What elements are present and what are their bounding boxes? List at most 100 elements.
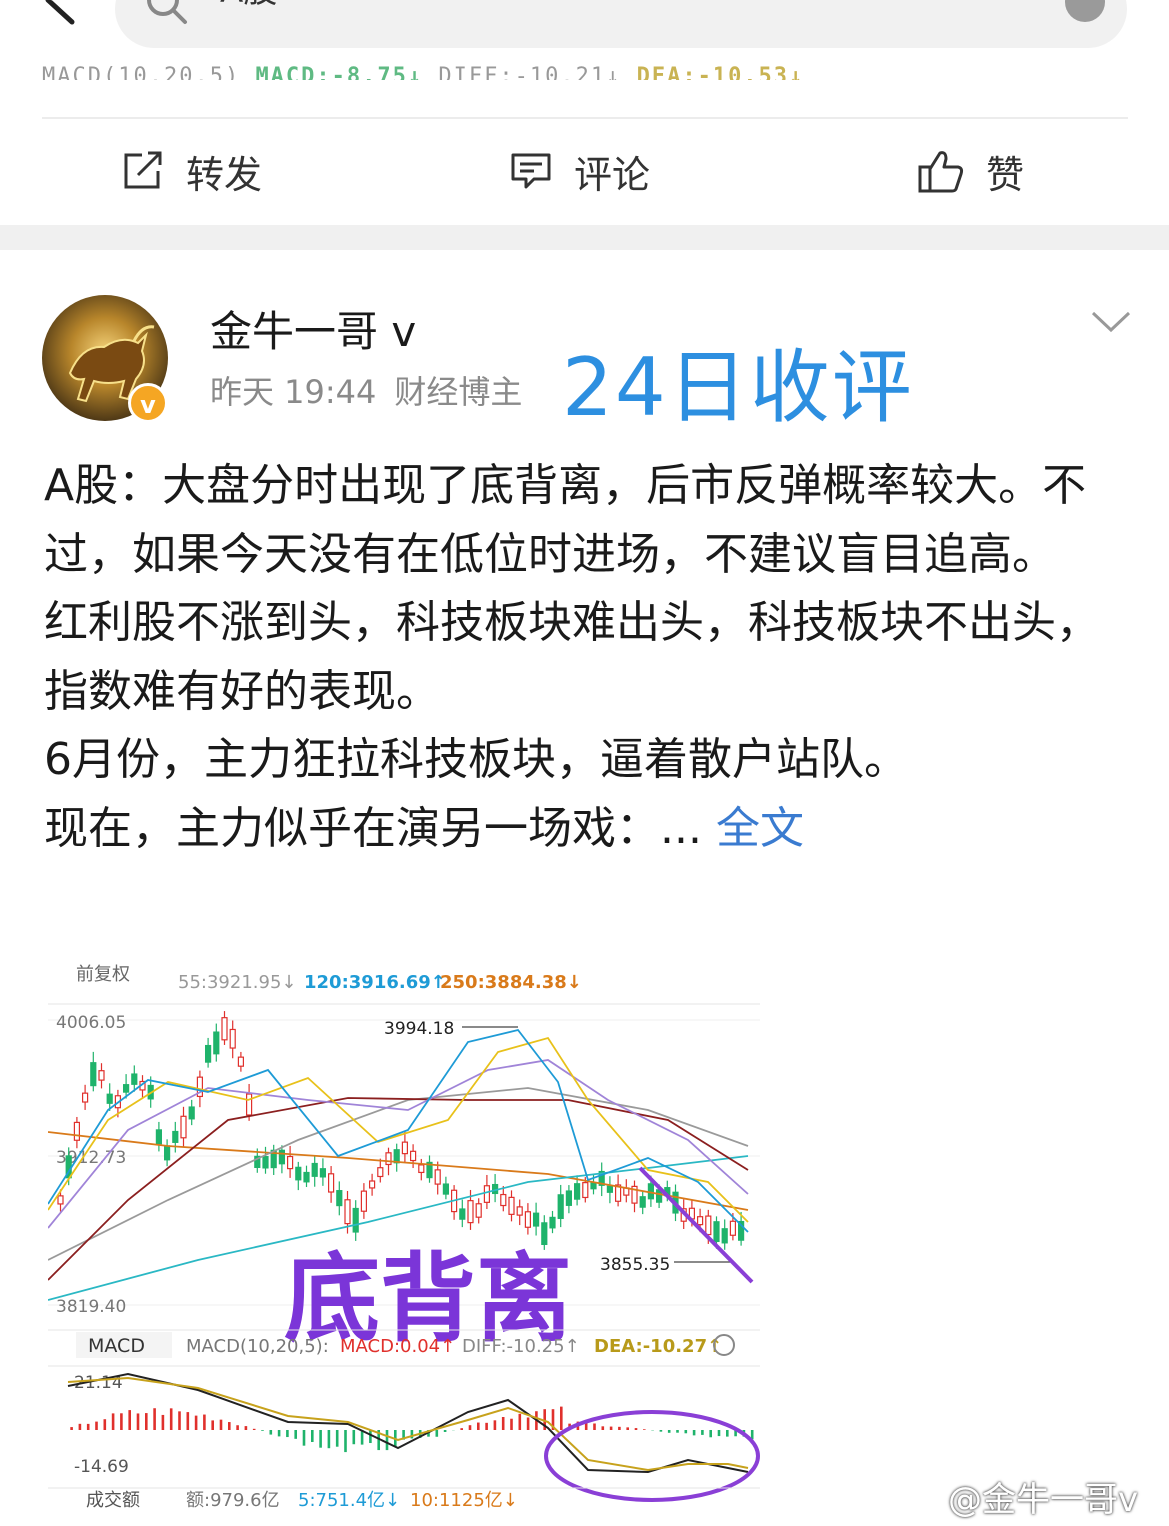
search-query[interactable]: A股: [220, 0, 277, 8]
macd-bar: [302, 1430, 306, 1446]
candle: [729, 1220, 737, 1236]
candle: [336, 1190, 343, 1207]
candle: [81, 1092, 89, 1103]
candle: [434, 1169, 441, 1185]
post-paragraph: 现在，主力似乎在演另一场戏：... 全文: [44, 802, 804, 854]
macd-params: MACD(10,20,5):: [186, 1336, 329, 1357]
candle: [180, 1115, 187, 1139]
macd-bar: [261, 1430, 264, 1431]
macd-bar: [676, 1430, 679, 1433]
candle: [541, 1222, 548, 1246]
macd-bar: [501, 1417, 505, 1430]
macd-bar: [203, 1414, 206, 1430]
price-low-label: 3819.40: [56, 1297, 126, 1317]
macd-bar: [252, 1428, 256, 1430]
candle: [237, 1056, 244, 1067]
diff-value: DIFF:-10.25↑: [462, 1336, 580, 1357]
author-role: 财经博主: [394, 373, 523, 411]
post-image-kline-chart[interactable]: 前复权 55:3921.95↓ 120:3916.69↑ 250:3884.38…: [47, 960, 764, 1511]
macd-bar: [634, 1428, 638, 1430]
ma250-value: 250:3884.38↓: [440, 972, 582, 993]
candle: [311, 1162, 318, 1177]
post-menu-chevron-down-icon[interactable]: [1090, 310, 1132, 334]
comment-button[interactable]: 评论: [510, 140, 650, 202]
top-area: A股 MACD(10,20,5) MACD:-8.75↓ DIFF:-10.21…: [0, 0, 1169, 225]
candle: [377, 1167, 384, 1178]
macd-bar: [692, 1430, 696, 1436]
macd-bar: [70, 1427, 73, 1430]
macd-bar: [526, 1417, 530, 1430]
candle: [475, 1203, 482, 1218]
candle: [278, 1149, 285, 1165]
macd-bar: [477, 1422, 480, 1430]
macd-bar: [269, 1430, 273, 1435]
macd-bar: [684, 1430, 688, 1434]
candle: [369, 1180, 376, 1189]
candle: [557, 1194, 564, 1220]
macd-bar: [493, 1420, 497, 1430]
peak-label: 3994.18: [384, 1019, 454, 1039]
macd-bar: [161, 1414, 165, 1430]
like-label: 赞: [986, 152, 1025, 197]
clear-search-icon[interactable]: [1065, 0, 1105, 22]
ma120-value: 120:3916.69↑: [304, 972, 446, 993]
comment-label: 评论: [574, 152, 651, 197]
candle: [467, 1200, 474, 1224]
candle: [549, 1216, 556, 1229]
post-paragraph: 6月份，主力狂拉科技板块，逼着散户站队。: [44, 734, 908, 785]
divider: [42, 117, 1128, 119]
macd-bar: [667, 1430, 671, 1433]
macd-bar: [211, 1420, 214, 1430]
macd-tab: MACD: [88, 1335, 145, 1357]
candle: [582, 1182, 589, 1199]
volume-value: 额:979.6亿: [186, 1490, 280, 1508]
macd-bar: [701, 1430, 704, 1435]
macd-bar: [335, 1430, 339, 1447]
macd-bar: [178, 1411, 181, 1430]
post-paragraph: A股：大盘分时出现了底背离，后市反弹概率较大。不过，如果今天没有在低位时进场，不…: [44, 460, 1087, 580]
candle: [442, 1183, 449, 1195]
macd-bar: [169, 1408, 173, 1430]
comment-icon: [511, 153, 551, 189]
macd-low-label: -14.69: [74, 1457, 129, 1477]
macd-bar: [659, 1430, 663, 1432]
macd-bar: [153, 1408, 156, 1430]
author-name[interactable]: 金牛一哥 v: [210, 306, 416, 358]
macd-bar: [369, 1430, 372, 1444]
macd-bar: [103, 1419, 107, 1430]
candle: [57, 1195, 64, 1205]
macd-bar: [435, 1430, 439, 1437]
like-button[interactable]: 赞: [918, 140, 1024, 202]
macd-bar: [236, 1425, 239, 1430]
macd-bar: [468, 1425, 472, 1430]
candle: [328, 1173, 335, 1193]
macd-bar: [626, 1427, 629, 1430]
read-more-link[interactable]: 全文: [716, 803, 804, 854]
dea-value: DEA:-10.27↑: [594, 1336, 722, 1357]
candle: [295, 1166, 302, 1181]
candle: [155, 1129, 163, 1145]
macd-bar: [111, 1413, 115, 1430]
candle: [516, 1206, 523, 1216]
candle: [459, 1208, 466, 1220]
thumbs-up-icon: [918, 151, 964, 193]
macd-bar: [344, 1430, 347, 1453]
candle: [385, 1152, 392, 1166]
search-bar[interactable]: A股: [115, 0, 1127, 48]
macd-bar: [86, 1423, 90, 1430]
repost-button[interactable]: 转发: [122, 140, 262, 202]
macd-bar: [78, 1423, 82, 1430]
repost-icon: [124, 151, 162, 189]
volume-ma10: 10:1125亿↓: [410, 1490, 518, 1508]
macd-bar: [186, 1412, 190, 1430]
macd-bar: [709, 1430, 712, 1438]
candle: [303, 1171, 310, 1183]
candle: [205, 1044, 212, 1063]
candle: [221, 1017, 228, 1041]
macd-bar: [327, 1430, 331, 1449]
candle: [721, 1228, 728, 1244]
macd-bar: [726, 1430, 729, 1437]
back-arrow-icon[interactable]: [30, 0, 90, 30]
macd-bar: [609, 1426, 613, 1430]
macd-bar: [95, 1421, 98, 1430]
